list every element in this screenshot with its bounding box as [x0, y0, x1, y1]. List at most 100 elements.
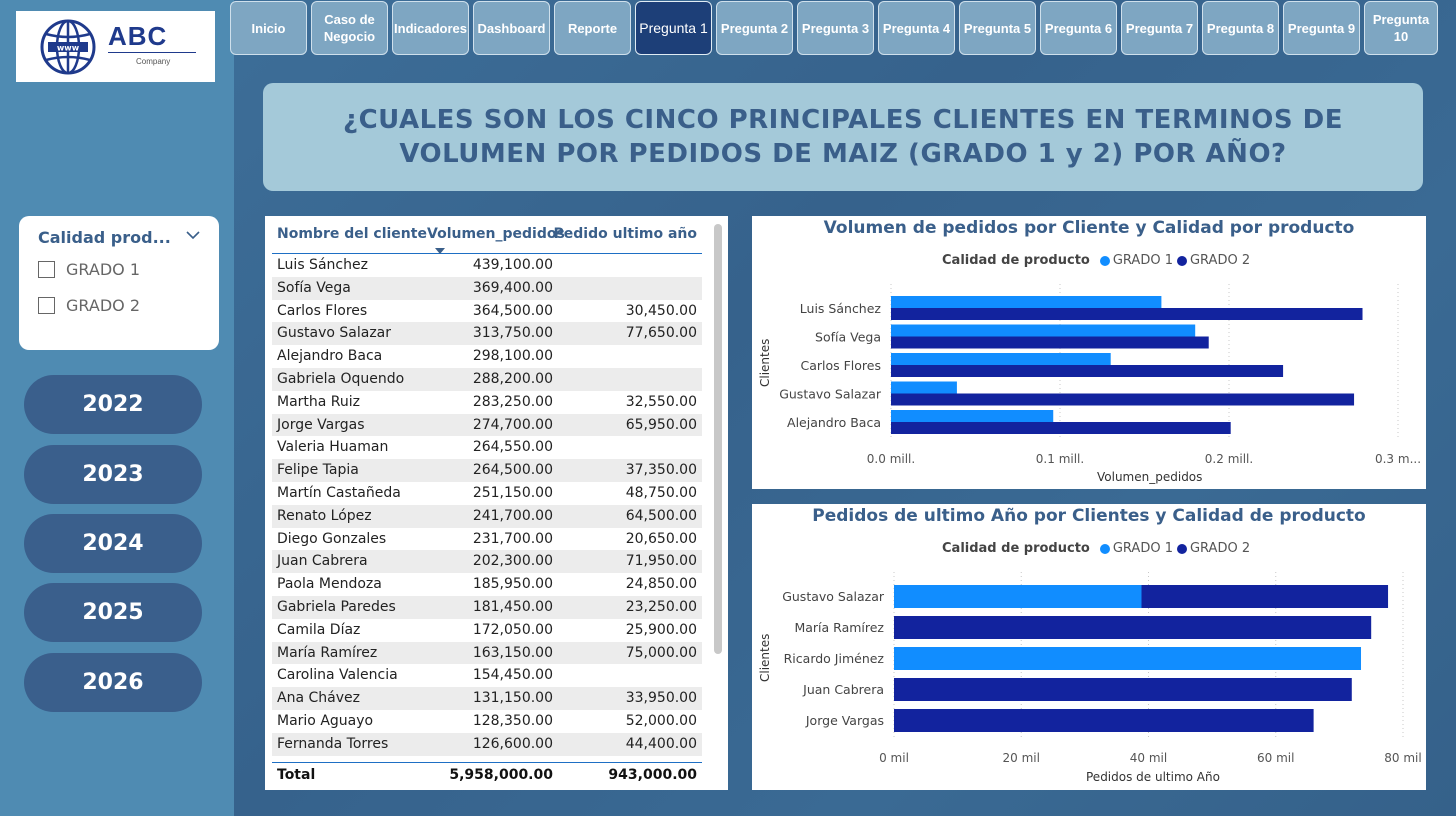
- table-row[interactable]: Alejandro Baca 298,100.00: [272, 345, 702, 368]
- page-title-banner: ¿CUALES SON LOS CINCO PRINCIPALES CLIENT…: [263, 83, 1423, 191]
- chevron-down-icon[interactable]: [185, 228, 201, 242]
- x-tick-label: 0.3 m...: [1375, 452, 1421, 466]
- page-title-line-1: ¿CUALES SON LOS CINCO PRINCIPALES CLIENT…: [342, 105, 1343, 135]
- table-row[interactable]: Felipe Tapia 264,500.00 37,350.00: [272, 459, 702, 482]
- bar-grado-2: [891, 393, 1355, 406]
- nav-button-pregunta-2[interactable]: Pregunta 2: [716, 1, 793, 55]
- bar-grado-2: [891, 336, 1209, 349]
- table-row[interactable]: Valeria Huaman 264,550.00: [272, 436, 702, 459]
- company-logo: www ABC Company: [16, 11, 215, 82]
- cell-last-year: 32,550.00: [625, 393, 697, 410]
- cell-last-year: 30,450.00: [625, 302, 697, 319]
- bar-grado-1: [891, 353, 1111, 365]
- bar-grado-2: [891, 308, 1363, 320]
- table-row[interactable]: Camila Díaz 172,050.00 25,900.00: [272, 619, 702, 642]
- nav-button-pregunta-3[interactable]: Pregunta 3: [797, 1, 874, 55]
- table-scrollbar[interactable]: [714, 224, 722, 654]
- page-title-line-2: VOLUMEN POR PEDIDOS DE MAIZ (GRADO 1 y 2…: [399, 139, 1287, 169]
- bar-grado-2: [894, 678, 1352, 701]
- table-row[interactable]: Martín Castañeda 251,150.00 48,750.00: [272, 482, 702, 505]
- logo-divider: [108, 52, 196, 53]
- cell-client: Fernanda Torres: [277, 735, 389, 752]
- cell-client: Luis Sánchez: [277, 257, 368, 273]
- last-year-chart: Pedidos de ultimo Año por Clientes y Cal…: [752, 504, 1426, 790]
- cell-volume: 251,150.00: [472, 484, 553, 501]
- table-row[interactable]: Sofía Vega 369,400.00: [272, 276, 702, 300]
- table-row[interactable]: Renato López 241,700.00 64,500.00: [272, 504, 702, 528]
- cell-client: Gabriela Oquendo: [277, 370, 405, 387]
- bar-grado-1: [891, 296, 1162, 308]
- nav-button-inicio[interactable]: Inicio: [230, 1, 307, 55]
- nav-button-pregunta-10[interactable]: Pregunta 10: [1364, 1, 1438, 55]
- y-axis-label: Clientes: [758, 338, 772, 387]
- nav-button-pregunta-5[interactable]: Pregunta 5: [959, 1, 1036, 55]
- year-button-2026[interactable]: 2026: [24, 653, 202, 712]
- last-year-chart-plot: 0 mil 20 mil 40 mil 60 mil 80 mil Gustavo Sal…: [782, 572, 1422, 765]
- column-header-client[interactable]: Nombre del cliente: [277, 226, 427, 242]
- table-row[interactable]: Fernanda Torres 126,600.00 44,400.00: [272, 732, 702, 756]
- checkbox[interactable]: [38, 261, 55, 278]
- slicer-option-grado-1[interactable]: GRADO 1: [38, 260, 140, 279]
- column-header-volume[interactable]: Volumen_pedidos: [427, 226, 565, 242]
- cell-client: Valeria Huaman: [277, 439, 389, 456]
- cell-client: Carolina Valencia: [277, 667, 398, 684]
- nav-button-pregunta-8[interactable]: Pregunta 8: [1202, 1, 1279, 55]
- x-tick-label: 80 mil: [1384, 751, 1421, 765]
- table-row[interactable]: Diego Gonzales 231,700.00 20,650.00: [272, 528, 702, 551]
- nav-button-dashboard[interactable]: Dashboard: [473, 1, 550, 55]
- cell-last-year: 71,950.00: [625, 553, 697, 570]
- table-row[interactable]: Ana Chávez 131,150.00 33,950.00: [272, 687, 702, 710]
- nav-button-pregunta-9[interactable]: Pregunta 9: [1283, 1, 1360, 55]
- slicer-option-grado-2[interactable]: GRADO 2: [38, 296, 140, 315]
- nav-button-caso-de-negocio[interactable]: Caso de Negocio: [311, 1, 388, 55]
- table-row[interactable]: Gustavo Salazar 313,750.00 77,650.00: [272, 322, 702, 346]
- total-volume: 5,958,000.00: [449, 767, 553, 783]
- y-category-label: Luis Sánchez: [800, 301, 882, 316]
- cell-volume: 274,700.00: [472, 416, 553, 433]
- cell-client: Martha Ruiz: [277, 393, 361, 410]
- nav-button-pregunta-1[interactable]: Pregunta 1: [635, 1, 712, 55]
- y-category-label: Ricardo Jiménez: [784, 651, 885, 666]
- x-tick-label: 0.1 mill.: [1036, 452, 1084, 466]
- y-category-label: Sofía Vega: [815, 330, 881, 345]
- table-row[interactable]: Martha Ruiz 283,250.00 32,550.00: [272, 391, 702, 414]
- logo-subtitle: Company: [136, 57, 171, 66]
- nav-button-pregunta-7[interactable]: Pregunta 7: [1121, 1, 1198, 55]
- bar-grado-1: [894, 585, 1142, 608]
- cell-client: Martín Castañeda: [277, 484, 401, 501]
- table-row[interactable]: Juan Cabrera 202,300.00 71,950.00: [272, 550, 702, 574]
- cell-last-year: 37,350.00: [625, 462, 697, 479]
- table-row[interactable]: Mario Aguayo 128,350.00 52,000.00: [272, 710, 702, 733]
- cell-volume: 298,100.00: [472, 348, 553, 365]
- logo-brand: ABC: [108, 21, 168, 51]
- table-row[interactable]: Gabriela Paredes 181,450.00 23,250.00: [272, 595, 702, 619]
- cell-client: Renato López: [277, 507, 372, 524]
- year-button-2024[interactable]: 2024: [24, 514, 202, 573]
- cell-client: Ana Chávez: [277, 690, 360, 707]
- cell-client: Juan Cabrera: [277, 553, 368, 570]
- table-row[interactable]: María Ramírez 163,150.00 75,000.00: [272, 641, 702, 665]
- checkbox[interactable]: [38, 297, 55, 314]
- nav-button-pregunta-4[interactable]: Pregunta 4: [878, 1, 955, 55]
- cell-client: Mario Aguayo: [277, 712, 374, 729]
- year-button-2022[interactable]: 2022: [24, 375, 202, 434]
- nav-button-pregunta-6[interactable]: Pregunta 6: [1040, 1, 1117, 55]
- cell-last-year: 52,000.00: [625, 712, 697, 729]
- table-row[interactable]: Carolina Valencia 154,450.00: [272, 664, 702, 687]
- cell-client: Paola Mendoza: [277, 576, 382, 593]
- nav-button-indicadores[interactable]: Indicadores: [392, 1, 469, 55]
- cell-last-year: 48,750.00: [625, 484, 697, 501]
- product-quality-slicer: Calidad prod... GRADO 1 GRADO 2: [19, 216, 219, 350]
- x-tick-label: 20 mil: [1003, 751, 1040, 765]
- table-row[interactable]: Paola Mendoza 185,950.00 24,850.00: [272, 573, 702, 596]
- table-row[interactable]: Carlos Flores 364,500.00 30,450.00: [272, 300, 702, 323]
- nav-button-reporte[interactable]: Reporte: [554, 1, 631, 55]
- cell-volume: 202,300.00: [472, 553, 553, 570]
- year-button-2023[interactable]: 2023: [24, 445, 202, 504]
- year-button-2025[interactable]: 2025: [24, 583, 202, 642]
- table-row[interactable]: Jorge Vargas 274,700.00 65,950.00: [272, 413, 702, 437]
- table-row[interactable]: Gabriela Oquendo 288,200.00: [272, 367, 702, 391]
- table-row[interactable]: Luis Sánchez 439,100.00: [272, 254, 702, 277]
- cell-volume: 264,550.00: [472, 439, 553, 456]
- column-header-last-year[interactable]: Pedido ultimo año: [554, 226, 697, 242]
